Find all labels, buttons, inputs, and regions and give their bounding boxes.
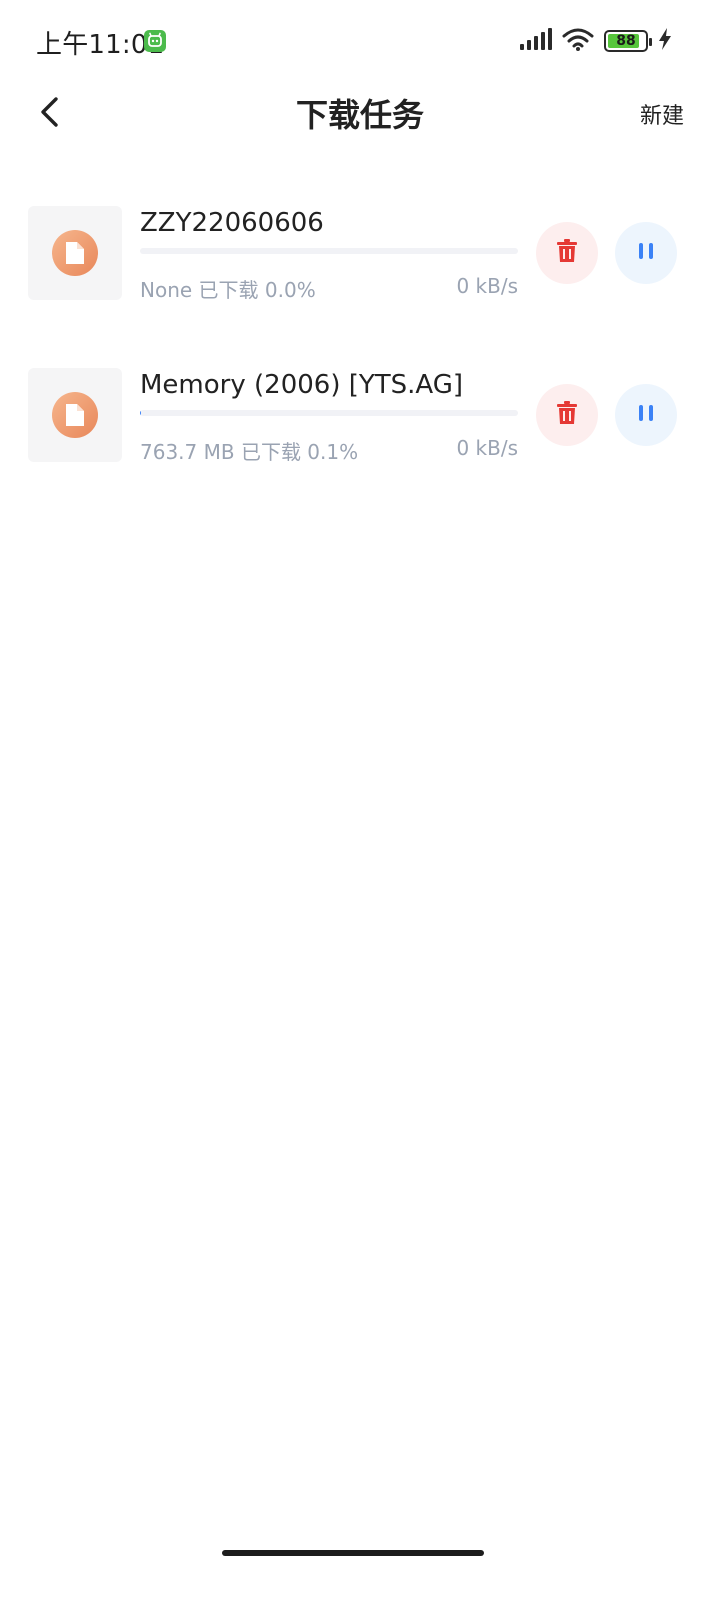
pause-button[interactable] bbox=[615, 222, 677, 284]
trash-icon bbox=[556, 239, 578, 267]
page-title: 下载任务 bbox=[295, 96, 424, 134]
new-task-button[interactable]: 新建 bbox=[640, 98, 684, 130]
task-thumbnail bbox=[28, 206, 122, 300]
task-list: ZZY22060606 None 已下载 0.0% 0 kB/s Memory … bbox=[0, 200, 720, 524]
task-name: Memory (2006) [YTS.AG] bbox=[140, 370, 464, 400]
task-item[interactable]: Memory (2006) [YTS.AG] 763.7 MB 已下载 0.1%… bbox=[0, 362, 720, 524]
task-thumbnail bbox=[28, 368, 122, 462]
battery-icon: 88 bbox=[604, 30, 652, 52]
progress-bar bbox=[140, 248, 518, 254]
file-icon bbox=[52, 230, 98, 276]
signal-icon bbox=[520, 28, 552, 54]
pause-button[interactable] bbox=[615, 384, 677, 446]
status-bar: 上午11:01 88 bbox=[0, 0, 720, 82]
progress-bar bbox=[140, 410, 518, 416]
wifi-icon bbox=[562, 27, 594, 55]
battery-level: 88 bbox=[616, 33, 636, 49]
trash-icon bbox=[556, 401, 578, 429]
charging-icon bbox=[658, 28, 672, 54]
task-item[interactable]: ZZY22060606 None 已下载 0.0% 0 kB/s bbox=[0, 200, 720, 362]
file-icon bbox=[52, 392, 98, 438]
delete-button[interactable] bbox=[536, 222, 598, 284]
page-header: 下载任务 新建 bbox=[0, 82, 720, 144]
task-name: ZZY22060606 bbox=[140, 208, 324, 238]
pause-icon bbox=[636, 241, 656, 265]
home-indicator[interactable] bbox=[222, 1550, 484, 1556]
task-download-status: 763.7 MB 已下载 0.1% bbox=[140, 440, 359, 464]
task-download-status: None 已下载 0.0% bbox=[140, 278, 316, 302]
pause-icon bbox=[636, 403, 656, 427]
status-right: 88 bbox=[520, 26, 672, 56]
download-tasks-screen: 上午11:01 88 下载任务 新建 ZZY22060606 None 已下载 … bbox=[0, 0, 720, 1600]
notification-app-icon bbox=[144, 30, 166, 52]
task-speed: 0 kB/s bbox=[456, 274, 518, 298]
task-speed: 0 kB/s bbox=[456, 436, 518, 460]
delete-button[interactable] bbox=[536, 384, 598, 446]
